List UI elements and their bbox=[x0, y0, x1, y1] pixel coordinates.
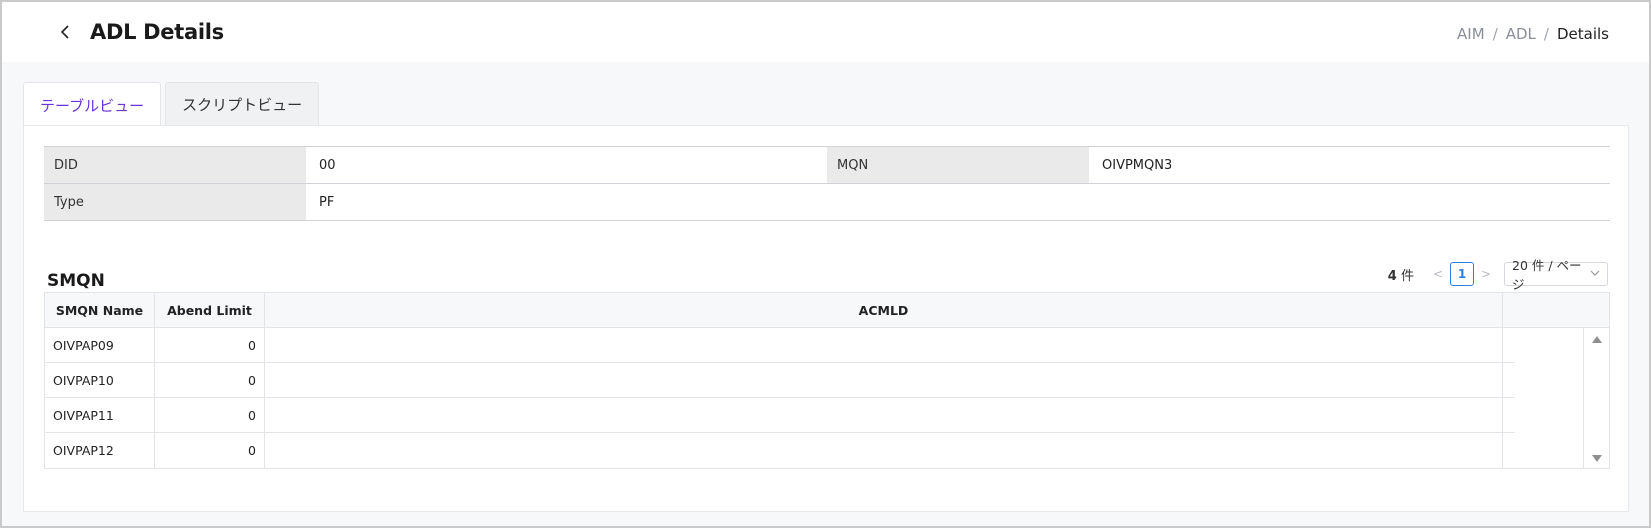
page-header: ADL Details AIM / ADL / Details bbox=[2, 2, 1649, 62]
breadcrumb-item-aim[interactable]: AIM bbox=[1457, 25, 1485, 43]
breadcrumb-item-details: Details bbox=[1556, 25, 1609, 43]
next-page-button[interactable]: > bbox=[1476, 267, 1496, 281]
did-value: 00 bbox=[319, 157, 336, 173]
chevron-down-icon bbox=[1590, 268, 1600, 281]
smqn-name-cell: OIVPAP10 bbox=[45, 363, 155, 397]
smqn-name-cell: OIVPAP11 bbox=[45, 398, 155, 432]
smqn-grid: SMQN Name Abend Limit ACMLD OIVPAP09 0 O… bbox=[44, 292, 1610, 469]
total-count: 4 件 bbox=[1388, 265, 1414, 284]
smqn-name-cell: OIVPAP12 bbox=[45, 433, 155, 468]
prev-page-button[interactable]: < bbox=[1428, 267, 1448, 281]
table-row[interactable]: OIVPAP11 0 bbox=[45, 398, 1515, 433]
total-count-unit: 件 bbox=[1400, 268, 1414, 284]
smqn-section-title: SMQN bbox=[47, 271, 105, 291]
grid-header: SMQN Name Abend Limit ACMLD bbox=[45, 293, 1609, 328]
details-table: DID 00 MQN OIVPMQN3 Type PF bbox=[44, 146, 1610, 221]
breadcrumb: AIM / ADL / Details bbox=[1457, 25, 1609, 43]
page-size-select[interactable]: 20 件 / ページ bbox=[1504, 258, 1608, 292]
smqn-name-cell: OIVPAP09 bbox=[45, 328, 155, 362]
column-header-smqn-name[interactable]: SMQN Name bbox=[45, 293, 155, 327]
details-row: Type PF bbox=[44, 184, 1610, 221]
acmld-cell bbox=[265, 398, 1503, 432]
total-count-number: 4 bbox=[1387, 268, 1397, 284]
acmld-cell bbox=[265, 328, 1503, 362]
page-size-value: 20 件 / ページ bbox=[1512, 258, 1582, 292]
acmld-cell bbox=[265, 363, 1503, 397]
table-row[interactable]: OIVPAP09 0 bbox=[45, 328, 1515, 363]
vertical-scrollbar[interactable] bbox=[1583, 328, 1609, 468]
scroll-down-arrow-icon[interactable] bbox=[1592, 455, 1602, 462]
breadcrumb-item-adl[interactable]: ADL bbox=[1506, 25, 1536, 43]
abend-limit-cell: 0 bbox=[155, 433, 265, 468]
breadcrumb-separator: / bbox=[1543, 25, 1549, 43]
breadcrumb-separator: / bbox=[1492, 25, 1498, 43]
acmld-cell bbox=[265, 433, 1503, 468]
tab-script-view[interactable]: スクリプトビュー bbox=[165, 82, 320, 126]
did-label: DID bbox=[44, 147, 306, 183]
table-row[interactable]: OIVPAP10 0 bbox=[45, 363, 1515, 398]
mqn-label: MQN bbox=[827, 147, 1089, 183]
type-value: PF bbox=[319, 194, 335, 210]
page-title: ADL Details bbox=[90, 20, 224, 44]
view-tabs: テーブルビュー スクリプトビュー bbox=[23, 82, 323, 127]
pagination: 4 件 < 1 > 20 件 / ページ bbox=[1388, 258, 1608, 292]
scroll-up-arrow-icon[interactable] bbox=[1592, 336, 1602, 343]
tab-panel: DID 00 MQN OIVPMQN3 Type PF SMQN 4 件 < 1… bbox=[23, 125, 1629, 512]
table-row[interactable]: OIVPAP12 0 bbox=[45, 433, 1515, 468]
abend-limit-cell: 0 bbox=[155, 398, 265, 432]
header-scroll-spacer bbox=[1503, 293, 1529, 327]
chevron-left-icon[interactable] bbox=[56, 22, 76, 42]
app-window: ADL Details AIM / ADL / Details テーブルビュー … bbox=[0, 0, 1651, 528]
mqn-value: OIVPMQN3 bbox=[1102, 157, 1173, 173]
column-header-acmld[interactable]: ACMLD bbox=[265, 293, 1503, 327]
abend-limit-cell: 0 bbox=[155, 363, 265, 397]
abend-limit-cell: 0 bbox=[155, 328, 265, 362]
details-row: DID 00 MQN OIVPMQN3 bbox=[44, 147, 1610, 184]
grid-body: OIVPAP09 0 OIVPAP10 0 OIVPAP11 0 OIVPAP1… bbox=[45, 328, 1515, 468]
page-1-button[interactable]: 1 bbox=[1450, 262, 1474, 286]
tab-table-view[interactable]: テーブルビュー bbox=[23, 82, 162, 127]
column-header-abend-limit[interactable]: Abend Limit bbox=[155, 293, 265, 327]
type-label: Type bbox=[44, 184, 306, 220]
